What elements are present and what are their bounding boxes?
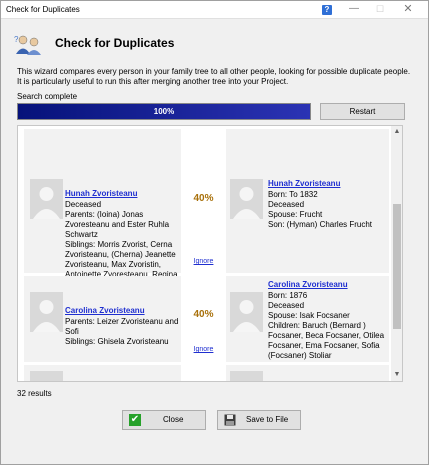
progress-label: 100% bbox=[153, 107, 175, 116]
detail-line: Focsaner, Beca Focsaner, Otilea bbox=[268, 331, 385, 340]
detail-line: Zvoresteanu and Ester Ruhla bbox=[65, 220, 170, 229]
detail-line: Born: 1876 bbox=[268, 291, 308, 300]
floppy-disk-icon bbox=[224, 414, 236, 426]
detail-line: Siblings: Ghisela Zvoristeanu bbox=[65, 337, 169, 346]
detail-line: Parents: Leizer Zvoristeanu and bbox=[65, 317, 179, 326]
person-name-link[interactable]: Hunah Zvoristeanu bbox=[268, 179, 340, 188]
svg-text:?: ? bbox=[14, 35, 19, 44]
detail-line: Spouse: Isak Focsaner bbox=[268, 311, 350, 320]
match-1-left-panel[interactable]: Hunah Zvoristeanu Deceased Parents: (Ioi… bbox=[24, 129, 181, 279]
detail-line: Son: (Hyman) Charles Frucht bbox=[268, 220, 373, 229]
detail-line: Children: Baruch (Bernard ) bbox=[268, 321, 366, 330]
result-count: 32 results bbox=[17, 389, 52, 398]
silhouette-icon bbox=[30, 371, 63, 381]
detail-line: Zvoristeanu, Max Zvoristin, bbox=[65, 260, 162, 269]
detail-line: Focsaner, Ema Focsaner, Sofia bbox=[268, 341, 380, 350]
person-name-link[interactable]: Hunah Zvoristeanu bbox=[65, 189, 137, 198]
search-status: Search complete bbox=[17, 92, 78, 101]
detail-line: Deceased bbox=[268, 301, 305, 310]
match-1-ignore-link[interactable]: Ignore bbox=[182, 258, 225, 265]
match-1-percent: 40% bbox=[193, 193, 214, 204]
person-name-link[interactable]: Carolina Zvoristeanu bbox=[268, 280, 348, 289]
person-details: Parents: Leizer Zvoristeanu and Sofi Sib… bbox=[65, 317, 178, 347]
page-title: Check for Duplicates bbox=[55, 36, 175, 50]
scroll-up-arrow-icon[interactable]: ▲ bbox=[391, 126, 402, 138]
results-scrollbar[interactable]: ▲ ▼ bbox=[391, 126, 402, 381]
detail-line: Sofi bbox=[65, 327, 79, 336]
match-2-left-panel[interactable]: Carolina Zvoristeanu Parents: Leizer Zvo… bbox=[24, 276, 181, 362]
match-1-right-panel[interactable]: Hunah Zvoristeanu Born: To 1832 Deceased… bbox=[226, 129, 389, 273]
results-list[interactable]: Hunah Zvoristeanu Deceased Parents: (Ioi… bbox=[17, 125, 403, 382]
person-details: Deceased Parents: (Ioina) Jonas Zvoreste… bbox=[65, 200, 178, 280]
detail-line: Born: To 1832 bbox=[268, 190, 318, 199]
scrollbar-thumb[interactable] bbox=[393, 204, 401, 329]
dialog-window: Check for Duplicates ? — ☐ ✕ ? Check for… bbox=[0, 0, 429, 465]
detail-line: (Focsaner) Stoliar bbox=[268, 351, 332, 360]
close-button-label: Close bbox=[163, 415, 184, 424]
silhouette-icon bbox=[230, 371, 263, 381]
match-2-ignore-link[interactable]: Ignore bbox=[182, 346, 225, 353]
detail-line: Schwartz bbox=[65, 230, 98, 239]
close-button[interactable]: ✔ Close bbox=[122, 410, 206, 430]
silhouette-icon bbox=[230, 179, 263, 219]
silhouette-icon bbox=[30, 292, 63, 332]
people-icon: ? bbox=[14, 35, 41, 55]
detail-line: Deceased bbox=[268, 200, 305, 209]
silhouette-icon bbox=[30, 179, 63, 219]
restart-button[interactable]: Restart bbox=[320, 103, 405, 120]
person-details: Born: 1876 Deceased Spouse: Isak Focsane… bbox=[268, 291, 384, 361]
person-name-link[interactable]: Carolina Zvoristeanu bbox=[65, 306, 145, 315]
detail-line: Deceased bbox=[65, 200, 102, 209]
scroll-down-arrow-icon[interactable]: ▼ bbox=[391, 369, 402, 381]
check-icon: ✔ bbox=[129, 414, 141, 426]
title-bar: Check for Duplicates ? — ☐ ✕ bbox=[1, 1, 428, 19]
person-details: Born: To 1832 Deceased Spouse: Frucht So… bbox=[268, 190, 372, 230]
save-button-label: Save to File bbox=[246, 415, 289, 424]
wizard-description: This wizard compares every person in you… bbox=[17, 67, 411, 86]
detail-line: Spouse: Frucht bbox=[268, 210, 323, 219]
progress-bar: 100% bbox=[17, 103, 311, 120]
detail-line: Siblings: Morris Zvorist, Cerna bbox=[65, 240, 173, 249]
detail-line: Zvoristeanu, (Cherna) Jeanette bbox=[65, 250, 176, 259]
match-3-left-panel[interactable] bbox=[24, 365, 181, 381]
save-to-file-button[interactable]: Save to File bbox=[217, 410, 301, 430]
window-title: Check for Duplicates bbox=[6, 5, 80, 14]
match-3-right-panel[interactable] bbox=[226, 365, 389, 381]
match-2-right-panel[interactable]: Carolina Zvoristeanu Born: 1876 Deceased… bbox=[226, 276, 389, 362]
window-close-button[interactable]: ✕ bbox=[401, 3, 415, 15]
minimize-button[interactable]: — bbox=[347, 3, 361, 15]
detail-line: Parents: (Ioina) Jonas bbox=[65, 210, 144, 219]
silhouette-icon bbox=[230, 292, 263, 332]
help-icon[interactable]: ? bbox=[322, 5, 332, 15]
maximize-button: ☐ bbox=[375, 4, 385, 14]
match-2-percent: 40% bbox=[193, 309, 214, 320]
